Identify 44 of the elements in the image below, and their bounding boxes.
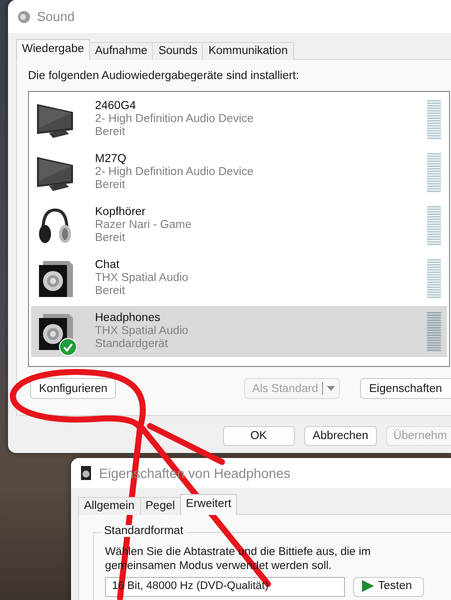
- device-row[interactable]: Kopfhörer Razer Nari - Game Bereit: [31, 200, 447, 251]
- device-driver: THX Spatial Audio: [95, 325, 190, 338]
- device-status: Bereit: [95, 232, 126, 245]
- level-meter-icon: [427, 152, 441, 192]
- tab[interactable]: Allgemein: [78, 497, 140, 515]
- device-driver: Razer Nari - Game: [95, 219, 192, 232]
- device-row[interactable]: M27Q 2- High Definition Audio Device Bereit: [31, 147, 447, 198]
- speaker-icon: [17, 10, 31, 24]
- play-icon: [362, 580, 374, 592]
- device-name: Chat: [95, 259, 120, 272]
- tab[interactable]: Erweitert: [180, 494, 238, 515]
- push-button[interactable]: Eigenschaften: [360, 378, 451, 399]
- device-driver: THX Spatial Audio: [95, 272, 190, 285]
- push-button[interactable]: Abbrechen: [304, 426, 378, 446]
- device-name: M27Q: [95, 153, 128, 166]
- device-driver: 2- High Definition Audio Device: [95, 166, 255, 179]
- tab[interactable]: Pegel: [140, 497, 181, 515]
- caret-icon: [327, 386, 336, 391]
- tab[interactable]: Aufnahme: [89, 42, 154, 60]
- device-row[interactable]: 2460G4 2- High Definition Audio Device Bereit: [31, 94, 447, 145]
- device-name: Headphones: [95, 312, 162, 325]
- device-status: Bereit: [95, 179, 126, 192]
- level-meter-icon: [427, 100, 441, 140]
- push-button[interactable]: OK: [222, 426, 295, 446]
- tab[interactable]: Kommunikation: [202, 42, 294, 60]
- level-meter-icon: [427, 312, 441, 352]
- window-title: Sound: [37, 9, 75, 24]
- tab[interactable]: Sounds: [152, 42, 204, 60]
- push-button[interactable]: Konfigurieren: [30, 378, 116, 399]
- device-driver: 2- High Definition Audio Device: [95, 113, 255, 126]
- device-row[interactable]: Chat THX Spatial Audio Bereit: [31, 253, 447, 304]
- device-status: Bereit: [95, 126, 126, 139]
- device-name: Kopfhörer: [95, 206, 147, 219]
- tab[interactable]: Wiedergabe: [16, 39, 90, 60]
- level-meter-icon: [427, 206, 441, 246]
- instruction-text: Die folgenden Audiowiedergabegeräte sind installiert:: [28, 70, 300, 84]
- group-title: Standardformat: [101, 525, 186, 537]
- level-meter-icon: [427, 258, 441, 298]
- device-row[interactable]: Headphones THX Spatial Audio Standardgerät: [31, 306, 447, 357]
- device-status: Standardgerät: [95, 338, 169, 351]
- speaker-icon: [81, 466, 93, 480]
- device-name: 2460G4: [95, 100, 137, 113]
- device-status: Bereit: [95, 285, 126, 298]
- test-button[interactable]: Testen: [353, 577, 424, 597]
